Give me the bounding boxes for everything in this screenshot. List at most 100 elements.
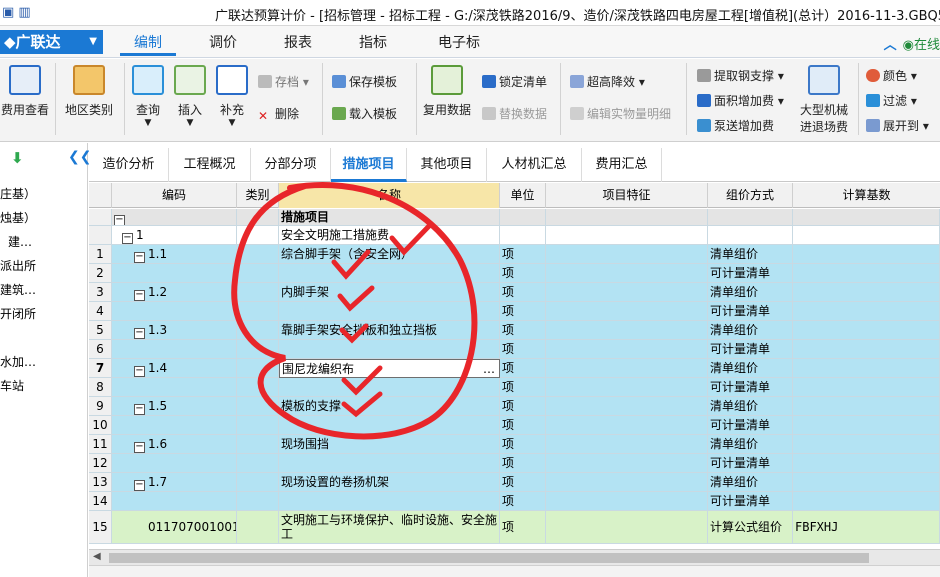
base-cell[interactable] <box>793 340 940 359</box>
table-row[interactable]: 2 项 可计量清单 <box>89 264 940 283</box>
unit-cell[interactable]: 项 <box>500 416 546 435</box>
name-cell[interactable]: 安全文明施工措施费 <box>279 226 500 245</box>
category-cell[interactable] <box>237 302 279 321</box>
online-label[interactable]: 在线 <box>914 38 940 53</box>
tab-measure-items[interactable]: 措施项目 <box>331 148 407 182</box>
tree-item[interactable]: 派出所 <box>0 257 36 274</box>
unit-cell[interactable]: 项 <box>500 283 546 302</box>
category-cell[interactable] <box>237 378 279 397</box>
code-cell[interactable] <box>112 416 237 435</box>
category-cell[interactable] <box>237 473 279 492</box>
archive-button[interactable]: 存档 ▾ <box>258 73 309 90</box>
name-cell[interactable]: 模板的支撑 <box>279 397 500 416</box>
base-cell[interactable] <box>793 321 940 340</box>
tab-adjust-price[interactable]: 调价 <box>195 32 251 56</box>
table-row[interactable]: 1 −1.1 综合脚手架（含安全网） 项 清单组价 <box>89 245 940 264</box>
tree-item[interactable]: 水加… <box>0 353 36 370</box>
feature-cell[interactable] <box>546 264 708 283</box>
unit-cell[interactable] <box>500 226 546 245</box>
tree-item[interactable]: 庄基） <box>0 185 36 202</box>
base-cell[interactable] <box>793 302 940 321</box>
base-cell[interactable] <box>793 226 940 245</box>
supplement-button[interactable]: 补充 ▼ <box>214 65 250 128</box>
feature-cell[interactable] <box>546 435 708 454</box>
tree-item[interactable]: 建筑… <box>0 281 36 298</box>
feature-cell[interactable] <box>546 245 708 264</box>
collapse-toggle-icon[interactable]: − <box>134 404 145 415</box>
feature-cell[interactable] <box>546 492 708 511</box>
code-cell[interactable]: −1 <box>112 226 237 245</box>
method-cell[interactable]: 可计量清单 <box>708 492 793 511</box>
base-cell[interactable] <box>793 264 940 283</box>
collapse-toggle-icon[interactable]: − <box>122 233 133 244</box>
tab-project-overview[interactable]: 工程概况 <box>169 148 251 182</box>
category-cell[interactable] <box>237 264 279 283</box>
method-cell[interactable]: 可计量清单 <box>708 378 793 397</box>
code-cell[interactable]: −1.1 <box>112 245 237 264</box>
code-cell[interactable] <box>112 302 237 321</box>
name-cell[interactable] <box>279 264 500 283</box>
tab-fee-summary[interactable]: 费用汇总 <box>582 148 662 182</box>
feature-cell[interactable] <box>546 511 708 544</box>
feature-cell[interactable] <box>546 397 708 416</box>
table-row[interactable]: 3 −1.2 内脚手架 项 清单组价 <box>89 283 940 302</box>
category-cell[interactable] <box>237 454 279 473</box>
overheight-reduce-button[interactable]: 超高降效 ▾ <box>570 73 645 90</box>
insert-button[interactable]: 插入 ▼ <box>172 65 208 128</box>
collapse-toggle-icon[interactable]: − <box>134 442 145 453</box>
base-cell[interactable] <box>793 359 940 378</box>
collapse-toggle-icon[interactable]: − <box>134 290 145 301</box>
name-cell[interactable]: 现场设置的卷扬机架 <box>279 473 500 492</box>
method-cell[interactable]: 计算公式组价 <box>708 511 793 544</box>
unit-cell[interactable]: 项 <box>500 264 546 283</box>
horizontal-scrollbar[interactable]: ◀ <box>89 549 940 565</box>
feature-cell[interactable] <box>546 226 708 245</box>
unit-cell[interactable]: 项 <box>500 245 546 264</box>
table-row[interactable]: 12 项 可计量清单 <box>89 454 940 473</box>
collapse-toggle-icon[interactable]: − <box>134 328 145 339</box>
category-cell[interactable] <box>237 397 279 416</box>
feature-cell[interactable] <box>546 473 708 492</box>
code-cell[interactable] <box>112 454 237 473</box>
code-cell[interactable]: − <box>112 209 237 226</box>
unit-cell[interactable]: 项 <box>500 511 546 544</box>
code-cell[interactable]: −1.7 <box>112 473 237 492</box>
pump-increase-button[interactable]: 泵送增加费 <box>697 117 774 134</box>
method-cell[interactable]: 清单组价 <box>708 435 793 454</box>
method-cell[interactable] <box>708 209 793 226</box>
filter-button[interactable]: 过滤 ▾ <box>866 92 917 109</box>
tab-report[interactable]: 报表 <box>270 32 326 56</box>
category-cell[interactable] <box>237 435 279 454</box>
tree-item[interactable]: 建… <box>8 233 32 250</box>
table-row[interactable]: 8 项 可计量清单 <box>89 378 940 397</box>
method-cell[interactable]: 清单组价 <box>708 283 793 302</box>
category-cell[interactable] <box>237 511 279 544</box>
method-cell[interactable]: 可计量清单 <box>708 340 793 359</box>
name-cell[interactable] <box>279 454 500 473</box>
collapse-panel-icon[interactable]: ❮❮ <box>68 149 91 165</box>
name-cell[interactable]: 综合脚手架（含安全网） <box>279 245 500 264</box>
replace-data-button[interactable]: 替换数据 <box>482 105 547 122</box>
move-down-icon[interactable]: ⬇ <box>11 149 24 167</box>
header-feature[interactable]: 项目特征 <box>546 183 708 208</box>
method-cell[interactable]: 清单组价 <box>708 473 793 492</box>
base-cell[interactable] <box>793 397 940 416</box>
unit-cell[interactable]: 项 <box>500 378 546 397</box>
method-cell[interactable]: 清单组价 <box>708 397 793 416</box>
category-cell[interactable] <box>237 245 279 264</box>
header-name[interactable]: 名称 <box>279 183 500 208</box>
extract-steel-button[interactable]: 提取钢支撑 ▾ <box>697 67 784 84</box>
tab-cost-analysis[interactable]: 造价分析 <box>89 148 169 182</box>
base-cell[interactable] <box>793 209 940 226</box>
brand-menu[interactable]: ◆广联达 ▼ <box>0 30 103 54</box>
tab-indicator[interactable]: 指标 <box>345 32 401 56</box>
tab-divisional-items[interactable]: 分部分项 <box>251 148 331 182</box>
code-cell[interactable]: −1.4 <box>112 359 237 378</box>
tree-item[interactable]: 车站 <box>0 377 24 394</box>
code-cell[interactable]: −1.3 <box>112 321 237 340</box>
name-cell[interactable] <box>279 416 500 435</box>
tree-item[interactable]: 开闭所 <box>0 305 36 322</box>
name-cell[interactable] <box>279 340 500 359</box>
header-base[interactable]: 计算基数 <box>793 183 940 208</box>
scroll-thumb[interactable] <box>109 553 869 563</box>
